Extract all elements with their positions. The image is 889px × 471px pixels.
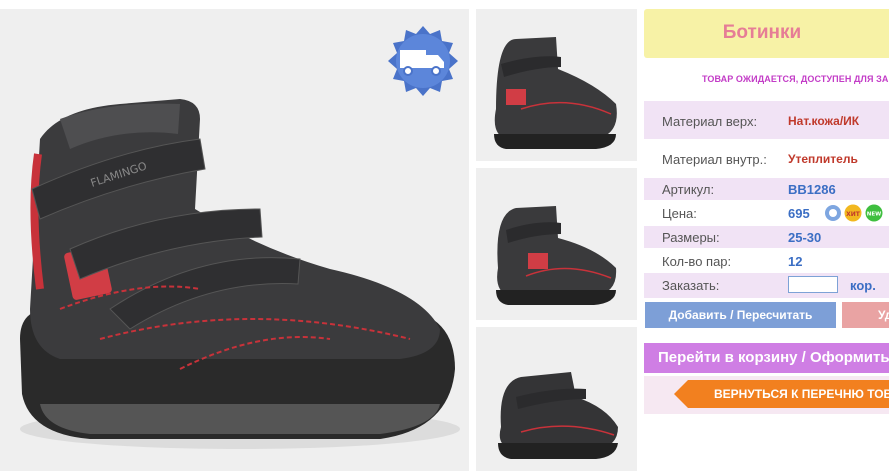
spec-row-material-upper: Материал верх: Нат.кожа/ИК bbox=[644, 101, 889, 139]
spec-row-article: Артикул: BB1286 bbox=[644, 178, 889, 200]
availability-notice: ТОВАР ОЖИДАЕТСЯ, ДОСТУПЕН ДЛЯ ЗАКАЗА bbox=[702, 74, 889, 84]
thumbnail-1[interactable] bbox=[476, 9, 637, 161]
spec-value: 25-30 bbox=[788, 230, 822, 245]
spec-row-order: Заказать: кор. bbox=[644, 273, 889, 298]
delete-button[interactable]: Удалить bbox=[842, 302, 889, 328]
spec-value: Утеплитель bbox=[788, 152, 858, 166]
delivery-badge bbox=[386, 24, 460, 98]
thumbnail-2[interactable] bbox=[476, 168, 637, 320]
spec-row-sizes: Размеры: 25-30 bbox=[644, 226, 889, 248]
spec-label: Артикул: bbox=[662, 182, 715, 197]
spec-label: Материал верх: bbox=[662, 114, 758, 129]
product-title-box: Ботинки bbox=[644, 9, 889, 58]
arrow-left-icon bbox=[674, 380, 688, 408]
spec-value: 12 bbox=[788, 254, 803, 269]
spec-label: Заказать: bbox=[662, 278, 720, 293]
spec-value: BB1286 bbox=[788, 182, 836, 197]
back-to-list-button[interactable]: ВЕРНУТЬСЯ К ПЕРЕЧНЮ ТОВАРОВ bbox=[688, 380, 889, 408]
truck-icon bbox=[388, 26, 458, 96]
spec-label: Цена: bbox=[662, 206, 697, 221]
spec-label: Кол-во пар: bbox=[662, 254, 732, 269]
main-product-image[interactable]: FLAMINGO bbox=[0, 9, 469, 471]
new-badge-label: NEW bbox=[867, 212, 881, 218]
go-to-cart-button[interactable]: Перейти в корзину / Оформить заказ bbox=[644, 343, 889, 373]
product-info-panel: Ботинки ТОВАР ОЖИДАЕТСЯ, ДОСТУПЕН ДЛЯ ЗА… bbox=[644, 0, 889, 471]
spec-label: Размеры: bbox=[662, 230, 720, 245]
order-unit: кор. bbox=[850, 278, 876, 293]
price-value: 695 bbox=[788, 206, 810, 221]
hit-badge-label: ХИТ bbox=[846, 211, 861, 218]
spec-row-pairs: Кол-во пар: 12 bbox=[644, 249, 889, 273]
boot-thumbnail-side bbox=[494, 37, 617, 149]
new-badge: NEW bbox=[865, 204, 883, 222]
order-quantity-input[interactable] bbox=[788, 276, 838, 293]
price-badges: ХИТ NEW bbox=[825, 204, 883, 222]
add-recalculate-button[interactable]: Добавить / Пересчитать bbox=[645, 302, 836, 328]
spec-row-price: Цена: 695 ХИТ NEW bbox=[644, 201, 889, 225]
hit-badge: ХИТ bbox=[844, 204, 862, 222]
spec-row-material-inner: Материал внутр.: Утеплитель bbox=[644, 139, 889, 177]
spec-value: Нат.кожа/ИК bbox=[788, 114, 860, 128]
thumbnail-3[interactable] bbox=[476, 327, 637, 471]
boot-thumbnail-three-quarter bbox=[496, 206, 617, 305]
boot-thumbnail-back bbox=[498, 372, 618, 459]
spec-label: Материал внутр.: bbox=[662, 152, 767, 167]
product-title: Ботинки bbox=[722, 22, 802, 43]
sale-icon bbox=[825, 205, 841, 221]
back-button-area: ВЕРНУТЬСЯ К ПЕРЕЧНЮ ТОВАРОВ bbox=[644, 376, 889, 414]
